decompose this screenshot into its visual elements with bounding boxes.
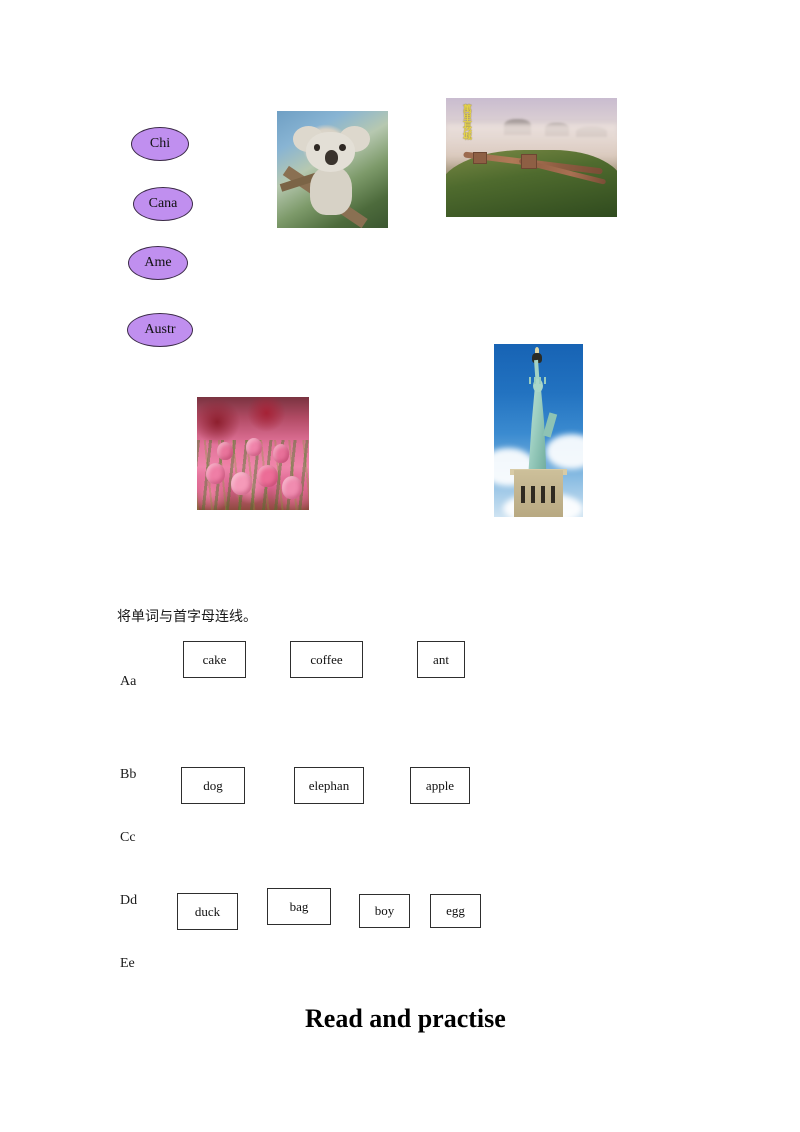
statue-of-liberty-photo <box>494 344 583 517</box>
country-oval-ame[interactable]: Ame <box>128 246 188 280</box>
tulip-bloom-shape <box>273 444 289 463</box>
word-box-label: boy <box>374 903 395 918</box>
tulip-bloom-shape <box>282 476 303 499</box>
word-box-label: cake <box>202 651 227 667</box>
word-box-label: dog <box>203 777 223 793</box>
country-oval-label: Austr <box>144 322 176 337</box>
koala-nose-shape <box>324 149 339 165</box>
great-wall-caption: 萬里長城 <box>460 103 471 140</box>
tulip-bloom-shape <box>246 437 262 456</box>
koala-photo <box>277 111 388 228</box>
word-box-apple[interactable]: apple <box>410 767 470 804</box>
word-box-label: apple <box>425 777 455 793</box>
country-oval-cana[interactable]: Cana <box>133 187 193 221</box>
tulip-bloom-shape <box>230 471 252 496</box>
word-box-label: egg <box>446 903 465 918</box>
word-box-duck[interactable]: duck <box>177 893 238 930</box>
word-box-bag[interactable]: bag <box>267 888 331 925</box>
great-wall-photo: 萬里長城 <box>446 98 617 217</box>
koala-eye-right-shape <box>339 143 346 151</box>
koala-body-shape <box>310 165 353 216</box>
tulips-photo <box>197 397 309 510</box>
statue-tablet-shape <box>542 412 557 439</box>
letter-label-bb: Bb <box>120 767 137 782</box>
word-box-ant[interactable]: ant <box>417 641 465 678</box>
exercise-instruction: 将单词与首字母连线。 <box>117 609 257 625</box>
cloud-shape <box>545 433 583 469</box>
tulip-bloom-shape <box>205 462 225 484</box>
letter-label-dd: Dd <box>120 893 138 908</box>
word-box-cake[interactable]: cake <box>183 641 246 678</box>
word-box-label: elephan <box>308 777 350 793</box>
word-box-label: bag <box>289 898 309 914</box>
word-box-label: coffee <box>310 651 343 667</box>
watchtower-shape <box>521 153 537 169</box>
page-title: Read and practise <box>305 1004 506 1033</box>
word-box-egg[interactable]: egg <box>430 894 481 928</box>
country-oval-austr[interactable]: Austr <box>127 313 193 347</box>
statue-crown-shape <box>528 376 548 384</box>
word-box-dog[interactable]: dog <box>181 767 245 804</box>
tulip-bloom-shape <box>217 442 233 461</box>
watchtower-shape <box>473 151 488 165</box>
country-oval-label: Ame <box>144 255 172 270</box>
koala-eye-left-shape <box>313 143 321 151</box>
word-box-coffee[interactable]: coffee <box>290 641 363 678</box>
letter-label-aa: Aa <box>120 674 137 689</box>
country-oval-chi[interactable]: Chi <box>131 127 189 161</box>
country-oval-label: Chi <box>149 136 171 151</box>
word-box-label: duck <box>194 903 221 919</box>
word-box-label: ant <box>433 651 449 667</box>
worksheet-page: Chi Cana Ame Austr 萬里長城 将单词与首字母连线。 Aa Bb… <box>0 0 800 1132</box>
tulip-bloom-shape <box>257 464 278 488</box>
letter-label-cc: Cc <box>120 830 136 845</box>
word-box-boy[interactable]: boy <box>359 894 410 928</box>
pedestal-windows-shape <box>520 485 557 504</box>
word-box-elephan[interactable]: elephan <box>294 767 364 804</box>
country-oval-label: Cana <box>148 196 178 211</box>
letter-label-ee: Ee <box>120 956 135 971</box>
